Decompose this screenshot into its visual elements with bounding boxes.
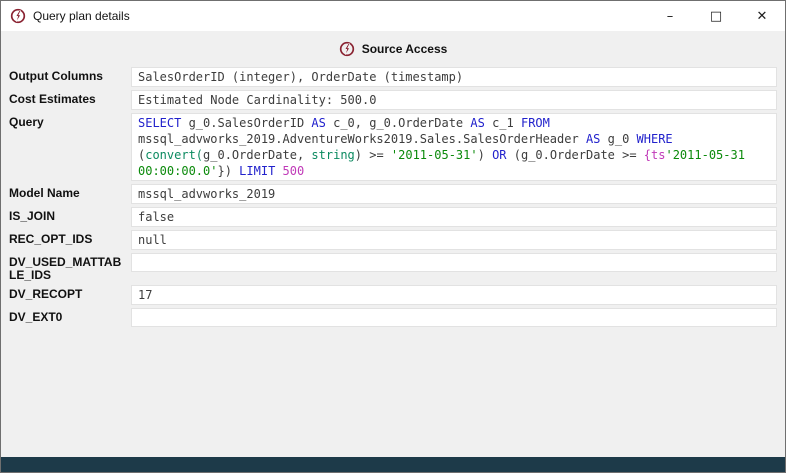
query-plan-details-window: Query plan details – □ ✕ Source Access O… <box>0 0 786 473</box>
dv-recopt-field[interactable]: 17 <box>131 285 777 305</box>
output-columns-label: Output Columns <box>9 67 131 83</box>
is-join-label: IS_JOIN <box>9 207 131 223</box>
model-name-field[interactable]: mssql_advworks_2019 <box>131 184 777 204</box>
close-button[interactable]: ✕ <box>739 1 785 31</box>
source-access-icon <box>10 8 26 24</box>
output-columns-field[interactable]: SalesOrderID (integer), OrderDate (times… <box>131 67 777 87</box>
dv-recopt-label: DV_RECOPT <box>9 285 131 301</box>
rec-opt-ids-field[interactable]: null <box>131 230 777 250</box>
section-title: Source Access <box>362 42 448 56</box>
row-dv-recopt: DV_RECOPT 17 <box>9 285 777 305</box>
cost-estimates-label: Cost Estimates <box>9 90 131 106</box>
row-model-name: Model Name mssql_advworks_2019 <box>9 184 777 204</box>
row-query: Query SELECT g_0.SalesOrderID AS c_0, g_… <box>9 113 777 181</box>
dialog-content: Source Access Output Columns SalesOrderI… <box>1 31 785 457</box>
row-is-join: IS_JOIN false <box>9 207 777 227</box>
titlebar: Query plan details – □ ✕ <box>1 1 785 31</box>
minimize-button[interactable]: – <box>647 1 693 31</box>
dv-ext0-field[interactable] <box>131 308 777 327</box>
window-controls: – □ ✕ <box>647 1 785 31</box>
row-dv-ext0: DV_EXT0 <box>9 308 777 327</box>
row-output-columns: Output Columns SalesOrderID (integer), O… <box>9 67 777 87</box>
cost-estimates-field[interactable]: Estimated Node Cardinality: 500.0 <box>131 90 777 110</box>
row-dv-used-mattable-ids: DV_USED_MATTABLE_IDS <box>9 253 777 282</box>
window-title: Query plan details <box>33 9 130 23</box>
row-rec-opt-ids: REC_OPT_IDS null <box>9 230 777 250</box>
row-cost-estimates: Cost Estimates Estimated Node Cardinalit… <box>9 90 777 110</box>
rec-opt-ids-label: REC_OPT_IDS <box>9 230 131 246</box>
query-label: Query <box>9 113 131 129</box>
is-join-field[interactable]: false <box>131 207 777 227</box>
maximize-button[interactable]: □ <box>693 1 739 31</box>
model-name-label: Model Name <box>9 184 131 200</box>
dv-used-mattable-ids-field[interactable] <box>131 253 777 272</box>
dv-ext0-label: DV_EXT0 <box>9 308 131 324</box>
dv-used-mattable-ids-label: DV_USED_MATTABLE_IDS <box>9 253 131 282</box>
source-access-icon <box>339 41 355 57</box>
bottom-status-bar <box>1 457 785 472</box>
query-field[interactable]: SELECT g_0.SalesOrderID AS c_0, g_0.Orde… <box>131 113 777 181</box>
section-header: Source Access <box>9 35 777 67</box>
